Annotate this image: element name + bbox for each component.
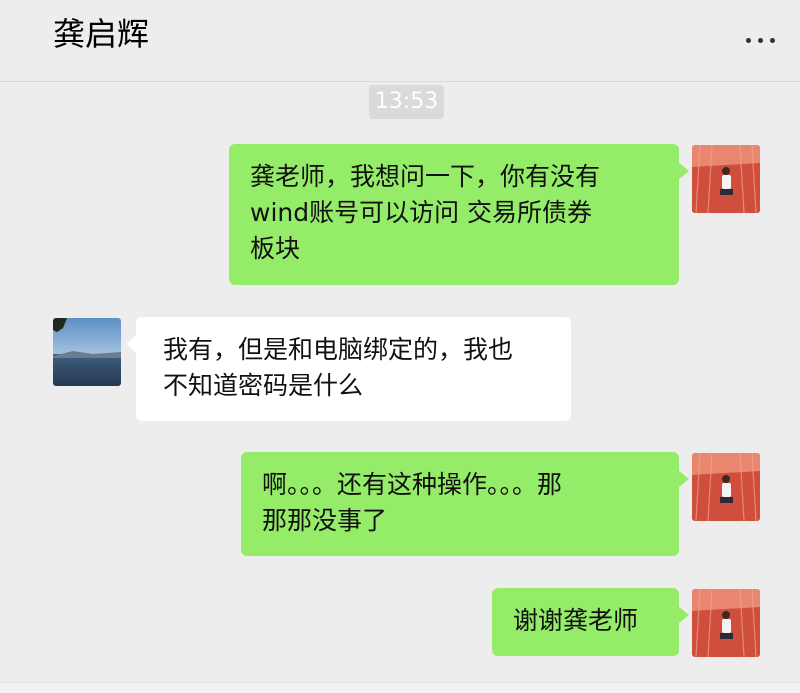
message-bubble-self[interactable]: 谢谢龚老师 (492, 588, 689, 656)
message-text: 啊。。。还有这种操作。。。那 (262, 470, 563, 499)
chat-header: 龚启辉 (0, 0, 800, 82)
self-avatar[interactable] (692, 589, 760, 657)
message-text: 我有，但是和电脑绑定的，我也 (163, 335, 514, 364)
message-text: 龚老师，我想问一下，你有没有 (250, 162, 601, 191)
message-timestamp: 13:53 (369, 85, 444, 119)
chat-title: 龚启辉 (53, 15, 150, 53)
message-text: 谢谢龚老师 (513, 606, 639, 635)
self-avatar[interactable] (692, 453, 760, 521)
message-text: 板块 (250, 234, 301, 263)
input-bar-edge (0, 682, 800, 693)
message-text: wind账号可以访问 交易所债券 (250, 198, 593, 227)
message-text: 那那没事了 (262, 506, 388, 535)
message-bubble-other[interactable]: 我有，但是和电脑绑定的，我也 不知道密码是什么 (126, 317, 571, 421)
self-avatar[interactable] (692, 145, 760, 213)
contact-avatar[interactable] (53, 318, 121, 386)
message-bubble-self[interactable]: 龚老师，我想问一下，你有没有 wind账号可以访问 交易所债券 板块 (229, 144, 689, 285)
more-dots-icon[interactable] (746, 30, 786, 50)
message-text: 不知道密码是什么 (163, 371, 364, 400)
message-bubble-self[interactable]: 啊。。。还有这种操作。。。那 那那没事了 (241, 452, 689, 556)
